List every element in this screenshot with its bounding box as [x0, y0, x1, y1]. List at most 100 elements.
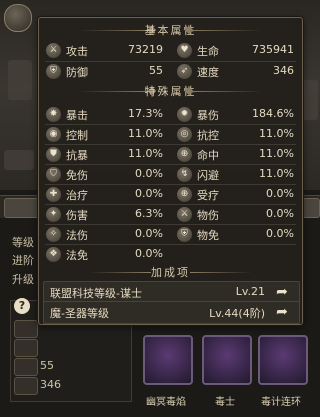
stat-heal: ✚ 治疗 0.0% — [43, 185, 167, 204]
skill-icon-2[interactable] — [202, 335, 252, 385]
shield-icon: ⛉ — [46, 167, 61, 182]
help-button[interactable]: ? — [14, 298, 30, 314]
bonus-title: 加成项 — [151, 266, 190, 279]
attribute-popup: 基本属性 ⚔ 攻击 73219 ♥ 生命 735941 ⛨ 防御 55 ➶ 速度… — [38, 17, 303, 325]
stat-label: 法免 — [66, 249, 88, 262]
back-button[interactable] — [4, 4, 32, 32]
stat-icon — [14, 339, 38, 357]
bonus-value: Lv.21 — [235, 285, 265, 298]
crit-damage-icon: ✹ — [177, 107, 192, 122]
stat-value: 735941 — [252, 43, 294, 56]
stat-physical-damage: ⚔ 物伤 0.0% — [174, 205, 298, 224]
stat-value: 11.0% — [259, 167, 294, 180]
stat-icon — [14, 320, 38, 338]
physical-damage-icon: ⚔ — [177, 207, 192, 222]
stat-label: 命中 — [197, 149, 219, 162]
control-icon: ◉ — [46, 127, 61, 142]
stat-value: 0.0% — [135, 167, 163, 180]
boot-icon: ➶ — [177, 64, 192, 79]
skill-label: 毒士 — [215, 397, 235, 408]
bonus-artifact[interactable]: 魔-圣器等级 Lv.44(4阶) ➦ — [43, 301, 300, 324]
stat-value: 0.0% — [266, 187, 294, 200]
stat-crit: ✸ 暴击 17.3% — [43, 105, 167, 124]
advance-label: 进阶 — [12, 254, 34, 267]
stat-value: 11.0% — [259, 127, 294, 140]
stat-speed: ➶ 速度 346 — [174, 62, 298, 81]
stat-damage-reduction: ⛉ 免伤 0.0% — [43, 165, 167, 184]
stat-label: 抗控 — [197, 129, 219, 142]
stat-icon — [14, 358, 38, 376]
stat-label: 伤害 — [66, 209, 88, 222]
stat-attack: ⚔ 攻击 73219 — [43, 41, 167, 60]
skill-icon-3[interactable] — [258, 335, 308, 385]
stat-damage: ✦ 伤害 6.3% — [43, 205, 167, 224]
basic-attributes-header: 基本属性 — [39, 22, 302, 40]
special-row: ⛉ 免伤 0.0% ↯ 闪避 11.0% — [43, 165, 298, 184]
stat-magic-immunity: ❖ 法免 0.0% — [43, 245, 167, 264]
stat-dodge: ↯ 闪避 11.0% — [174, 165, 298, 184]
stat-label: 生命 — [197, 45, 219, 58]
stat-value: 0.0% — [266, 207, 294, 220]
stat-value: 73219 — [128, 43, 163, 56]
scene-decoration — [8, 60, 32, 100]
special-row: ❖ 法免 0.0% — [43, 245, 298, 264]
stat-label: 闪避 — [197, 169, 219, 182]
stat-label: 速度 — [197, 66, 219, 79]
tab-item[interactable] — [4, 198, 40, 218]
bonus-header: 加成项 — [39, 264, 302, 282]
stat-label: 物伤 — [197, 209, 219, 222]
stat-value: 0.0% — [135, 247, 163, 260]
bonus-value: Lv.44(4阶) — [209, 307, 265, 320]
stat-label: 攻击 — [66, 45, 88, 58]
tab-item[interactable] — [302, 198, 320, 218]
crit-resist-icon: ⛊ — [46, 147, 61, 162]
stat-magic-damage: ✧ 法伤 0.0% — [43, 225, 167, 244]
stat-value: 55 — [149, 64, 163, 77]
scene-decoration — [4, 150, 34, 170]
target-icon: ⊕ — [177, 147, 192, 162]
damage-icon: ✦ — [46, 207, 61, 222]
stat-label: 暴伤 — [197, 109, 219, 122]
stat-label: 物免 — [197, 229, 219, 242]
dodge-icon: ↯ — [177, 167, 192, 182]
stat-heal-received: ⊕ 受疗 0.0% — [174, 185, 298, 204]
stat-value: 184.6% — [252, 107, 294, 120]
crit-icon: ✸ — [46, 107, 61, 122]
stat-value: 346 — [273, 64, 294, 77]
stat-value: 346 — [40, 378, 61, 391]
bonus-label: 联盟科技等级-谋士 — [50, 287, 142, 300]
level-label: 等级 — [12, 236, 34, 249]
skill-icon-1[interactable] — [143, 335, 193, 385]
stat-value: 11.0% — [128, 147, 163, 160]
bonus-label: 魔-圣器等级 — [50, 307, 109, 320]
physical-immunity-icon: ⛨ — [177, 227, 192, 242]
stat-control: ◉ 控制 11.0% — [43, 125, 167, 144]
special-row: ✸ 暴击 17.3% ✹ 暴伤 184.6% — [43, 105, 298, 124]
basic-row: ⚔ 攻击 73219 ♥ 生命 735941 — [43, 41, 298, 60]
stat-label: 控制 — [66, 129, 88, 142]
stat-label: 暴击 — [66, 109, 88, 122]
stat-value: 0.0% — [135, 227, 163, 240]
stat-label: 抗暴 — [66, 149, 88, 162]
special-attributes-title: 特殊属性 — [144, 85, 197, 98]
special-row: ✦ 伤害 6.3% ⚔ 物伤 0.0% — [43, 205, 298, 224]
heal-received-icon: ⊕ — [177, 187, 192, 202]
share-arrow-icon[interactable]: ➦ — [271, 304, 293, 320]
upgrade-label: 升级 — [12, 273, 34, 286]
stat-label: 受疗 — [197, 189, 219, 202]
basic-attributes-title: 基本属性 — [144, 24, 197, 37]
special-row: ◉ 控制 11.0% ◎ 抗控 11.0% — [43, 125, 298, 144]
skill-label: 幽冥毒焰 — [146, 397, 186, 408]
stat-value: 55 — [40, 359, 54, 372]
skill-label: 毒计连环 — [261, 397, 301, 408]
share-arrow-icon[interactable]: ➦ — [271, 284, 293, 300]
stat-crit-damage: ✹ 暴伤 184.6% — [174, 105, 298, 124]
stat-value: 6.3% — [135, 207, 163, 220]
basic-row: ⛨ 防御 55 ➶ 速度 346 — [43, 62, 298, 81]
stat-value: 11.0% — [259, 147, 294, 160]
stat-physical-immunity: ⛨ 物免 0.0% — [174, 225, 298, 244]
stat-value: 11.0% — [128, 127, 163, 140]
special-row: ✚ 治疗 0.0% ⊕ 受疗 0.0% — [43, 185, 298, 204]
special-row: ⛊ 抗暴 11.0% ⊕ 命中 11.0% — [43, 145, 298, 164]
stat-label: 治疗 — [66, 189, 88, 202]
